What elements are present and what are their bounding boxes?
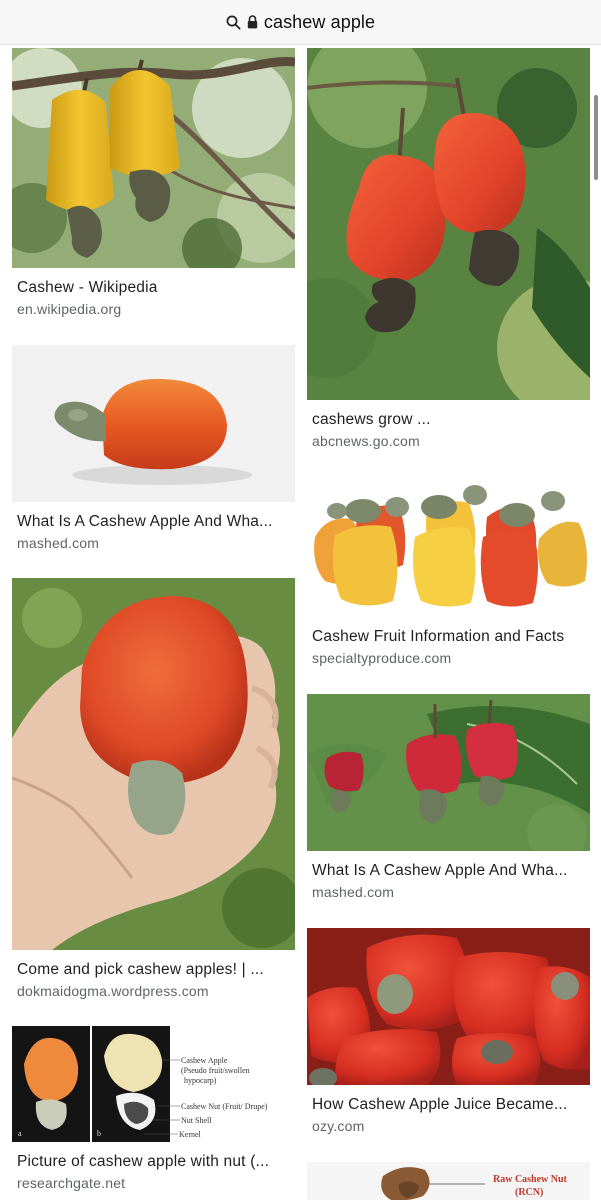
diagram-label: a xyxy=(18,1129,22,1138)
result-title[interactable]: Cashew - Wikipedia xyxy=(17,279,292,297)
diagram-label: Nut Shell xyxy=(181,1116,212,1125)
result-title[interactable]: What Is A Cashew Apple And Wha... xyxy=(312,862,590,880)
result-source[interactable]: abcnews.go.com xyxy=(312,433,590,449)
result-title[interactable]: Picture of cashew apple with nut (... xyxy=(17,1153,292,1171)
search-query[interactable]: cashew apple xyxy=(264,12,375,33)
diagram-label: Cashew Nut (Fruit/ Drupe) xyxy=(181,1102,268,1111)
result-title[interactable]: Cashew Fruit Information and Facts xyxy=(312,628,590,646)
diagram-label: (Pseudo fruit/swollen xyxy=(181,1066,250,1075)
result-image[interactable] xyxy=(307,928,590,1085)
result-title[interactable]: Come and pick cashew apples! | ... xyxy=(17,961,292,979)
result-source[interactable]: ozy.com xyxy=(312,1118,590,1134)
result-image[interactable] xyxy=(307,477,590,617)
result-source[interactable]: mashed.com xyxy=(17,535,292,551)
diagram-label: Kernel xyxy=(179,1130,202,1139)
result-title[interactable]: How Cashew Apple Juice Became... xyxy=(312,1096,590,1114)
diagram-label: b xyxy=(97,1129,101,1138)
result-image[interactable] xyxy=(307,694,590,851)
diagram-label: Cashew Apple xyxy=(181,1056,228,1065)
result-image[interactable] xyxy=(307,48,590,400)
result-image[interactable] xyxy=(12,345,295,502)
result-title[interactable]: What Is A Cashew Apple And Wha... xyxy=(17,513,292,531)
scrollbar[interactable] xyxy=(594,95,598,180)
diagram-label: hypocarp) xyxy=(184,1076,217,1085)
result-source[interactable]: researchgate.net xyxy=(17,1175,292,1191)
diagram-label: Raw Cashew Nut xyxy=(493,1174,568,1185)
result-source[interactable]: mashed.com xyxy=(312,884,590,900)
search-icon xyxy=(226,15,241,30)
result-image[interactable] xyxy=(12,48,295,268)
result-image[interactable]: Raw Cashew Nut (RCN) xyxy=(307,1162,590,1200)
result-image[interactable] xyxy=(12,578,295,950)
search-bar[interactable]: cashew apple xyxy=(0,0,601,45)
result-image[interactable]: a b Cashew Apple (Pseudo fruit/swollen h… xyxy=(12,1026,295,1142)
lock-icon xyxy=(247,15,258,29)
result-title[interactable]: cashews grow ... xyxy=(312,411,590,429)
result-source[interactable]: specialtyproduce.com xyxy=(312,650,590,666)
diagram-label: (RCN) xyxy=(515,1187,543,1198)
result-source[interactable]: dokmaidogma.wordpress.com xyxy=(17,983,292,999)
result-source[interactable]: en.wikipedia.org xyxy=(17,301,292,317)
